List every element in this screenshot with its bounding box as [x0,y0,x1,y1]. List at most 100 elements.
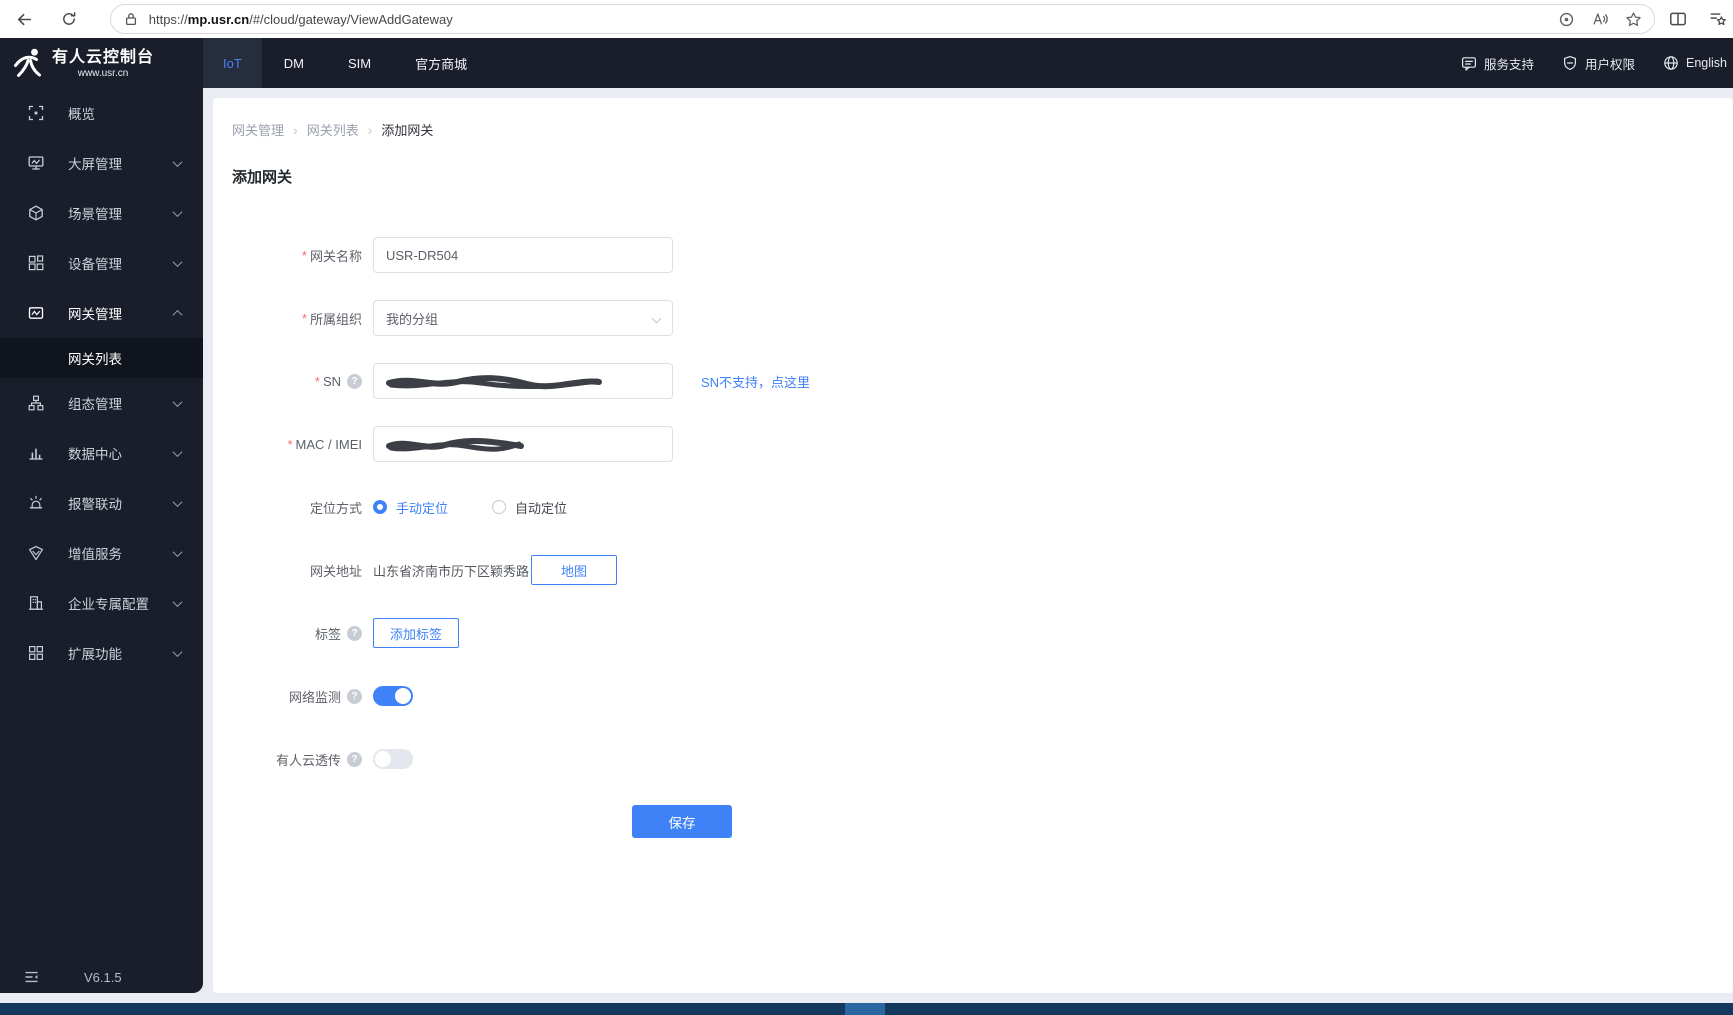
sidebar-label-overview: 概览 [68,107,95,122]
chevron-down-icon [172,446,183,457]
required-asterisk: * [287,436,293,452]
refresh-button[interactable] [54,4,84,34]
location-mode-label: 定位方式 [309,500,362,516]
sn-not-supported-link[interactable]: SN不支持，点这里 [701,372,810,391]
nav-tab-mall[interactable]: 官方商城 [393,38,489,88]
permissions-link[interactable]: 用户权限 [1562,54,1635,73]
language-link[interactable]: English [1663,55,1727,71]
form-row-location-mode: 定位方式 手动定位 自动定位 [232,489,1733,525]
sidebar-label-enterprise-config: 企业专属配置 [68,597,149,612]
sidebar-label-value-added: 增值服务 [68,547,122,562]
usr-person-logo-icon [14,48,41,77]
form-row-sn: * SN? SN不支持，点这里 [232,363,1733,399]
version-label: V6.1.5 [84,969,122,985]
breadcrumb-separator: › [367,121,373,138]
brand-subtitle: www.usr.cn [77,67,129,79]
gateway-chart-icon [28,307,44,319]
brand-logo-area[interactable]: 有人云控制台 www.usr.cn [0,38,203,88]
split-screen-icon [1670,12,1686,26]
auto-location-radio[interactable] [492,500,507,514]
read-aloud-icon[interactable] [1591,11,1609,27]
chevron-down-icon [172,496,183,507]
form-row-save: 保存 [232,805,1733,838]
chevron-up-icon [172,309,183,320]
breadcrumb: 网关管理 › 网关列表 › 添加网关 [232,120,1733,139]
mac-input[interactable] [373,426,673,462]
sidebar-item-device-mgmt[interactable]: 设备管理 [0,238,203,288]
organization-select[interactable]: 我的分组 [373,300,673,336]
favorite-star-icon[interactable] [1625,11,1642,28]
page-title: 添加网关 [232,169,293,186]
sidebar-item-extensions[interactable]: 扩展功能 [0,628,203,678]
split-screen-button[interactable] [1663,4,1693,34]
gateway-name-input[interactable] [373,237,673,273]
sidebar-item-enterprise-config[interactable]: 企业专属配置 [0,578,203,628]
sn-help-icon[interactable]: ? [347,373,362,389]
sidebar-item-screen-mgmt[interactable]: 大屏管理 [0,138,203,188]
main-panel: 网关管理 › 网关列表 › 添加网关 添加网关 *网关名称 *所属组织 我的分组… [213,98,1733,993]
sidebar-label-device-mgmt: 设备管理 [68,257,122,272]
form-row-cloud-passthrough: 有人云透传? [232,741,1733,777]
manual-location-label[interactable]: 手动定位 [396,498,448,517]
shield-icon [1563,56,1576,70]
support-link[interactable]: 服务支持 [1461,54,1534,73]
manual-location-radio[interactable] [373,500,387,514]
nav-tab-iot[interactable]: IoT [203,38,262,88]
bar-chart-icon [29,448,43,460]
permissions-label: 用户权限 [1584,57,1635,72]
add-tag-button[interactable]: 添加标签 [373,618,459,648]
apps-grid-icon [29,646,43,660]
sidebar-label-gateway-list: 网关列表 [68,352,122,367]
support-label: 服务支持 [1483,57,1534,72]
network-monitor-toggle[interactable] [373,686,413,706]
breadcrumb-gateway-list[interactable]: 网关列表 [307,120,359,139]
chevron-down-icon [172,206,183,217]
sn-input[interactable] [373,363,673,399]
cloud-passthrough-toggle[interactable] [373,749,413,769]
chevron-down-icon [172,646,183,657]
top-navigation: 有人云控制台 www.usr.cn IoT DM SIM 官方商城 服务支持 用… [0,38,1733,88]
sitemap-icon [28,395,44,411]
tags-help-icon[interactable]: ? [347,625,362,641]
breadcrumb-gateway-mgmt[interactable]: 网关管理 [232,120,284,139]
nav-tab-dm[interactable]: DM [262,38,326,88]
device-grid-icon [28,255,44,271]
map-button[interactable]: 地图 [531,555,618,585]
sidebar-item-alarm-linkage[interactable]: 报警联动 [0,478,203,528]
sidebar-label-config-mgmt: 组态管理 [68,397,122,412]
collapse-sidebar-icon[interactable] [24,969,40,985]
sidebar-item-gateway-mgmt[interactable]: 网关管理 [0,288,203,338]
save-button[interactable]: 保存 [632,805,732,838]
breadcrumb-current: 添加网关 [381,123,434,138]
taskbar-active-segment [845,1003,885,1015]
sidebar-item-value-added[interactable]: 增值服务 [0,528,203,578]
form-row-organization: * 所属组织 我的分组 [232,300,1733,336]
back-button[interactable] [10,4,40,34]
sidebar-item-config-mgmt[interactable]: 组态管理 [0,378,203,428]
tags-label: 标签? [232,624,362,643]
collections-button[interactable] [1703,4,1733,34]
lock-icon [125,13,136,26]
cloud-passthrough-label: 有人云透传? [232,750,362,769]
send-to-device-icon[interactable] [1558,11,1575,28]
form-row-mac: * MAC / IMEI [232,426,1733,462]
sidebar-item-overview[interactable]: 概览 [0,88,203,138]
chevron-down-icon [172,396,183,407]
cloud-passthrough-help-icon[interactable]: ? [347,751,362,767]
taskbar [0,1003,1733,1015]
brand-title: 有人云控制台 [52,48,155,66]
chevron-down-icon [172,596,183,607]
sidebar-subitem-gateway-list[interactable]: 网关列表 [0,338,203,378]
nav-tab-sim[interactable]: SIM [326,38,393,88]
sidebar-item-scene-mgmt[interactable]: 场景管理 [0,188,203,238]
add-gateway-form: *网关名称 *所属组织 我的分组 *SN? SN不 [232,237,1733,838]
sidebar-label-gateway-mgmt: 网关管理 [68,307,122,322]
gem-shield-icon [29,546,43,561]
toggle-knob [375,751,391,767]
network-monitor-help-icon[interactable]: ? [347,688,362,704]
sidebar-item-data-center[interactable]: 数据中心 [0,428,203,478]
toggle-knob [395,688,411,704]
auto-location-label[interactable]: 自动定位 [515,498,567,517]
sidebar-label-extensions: 扩展功能 [68,647,122,662]
address-bar[interactable]: https://mp.usr.cn/#/cloud/gateway/ViewAd… [109,4,1656,34]
